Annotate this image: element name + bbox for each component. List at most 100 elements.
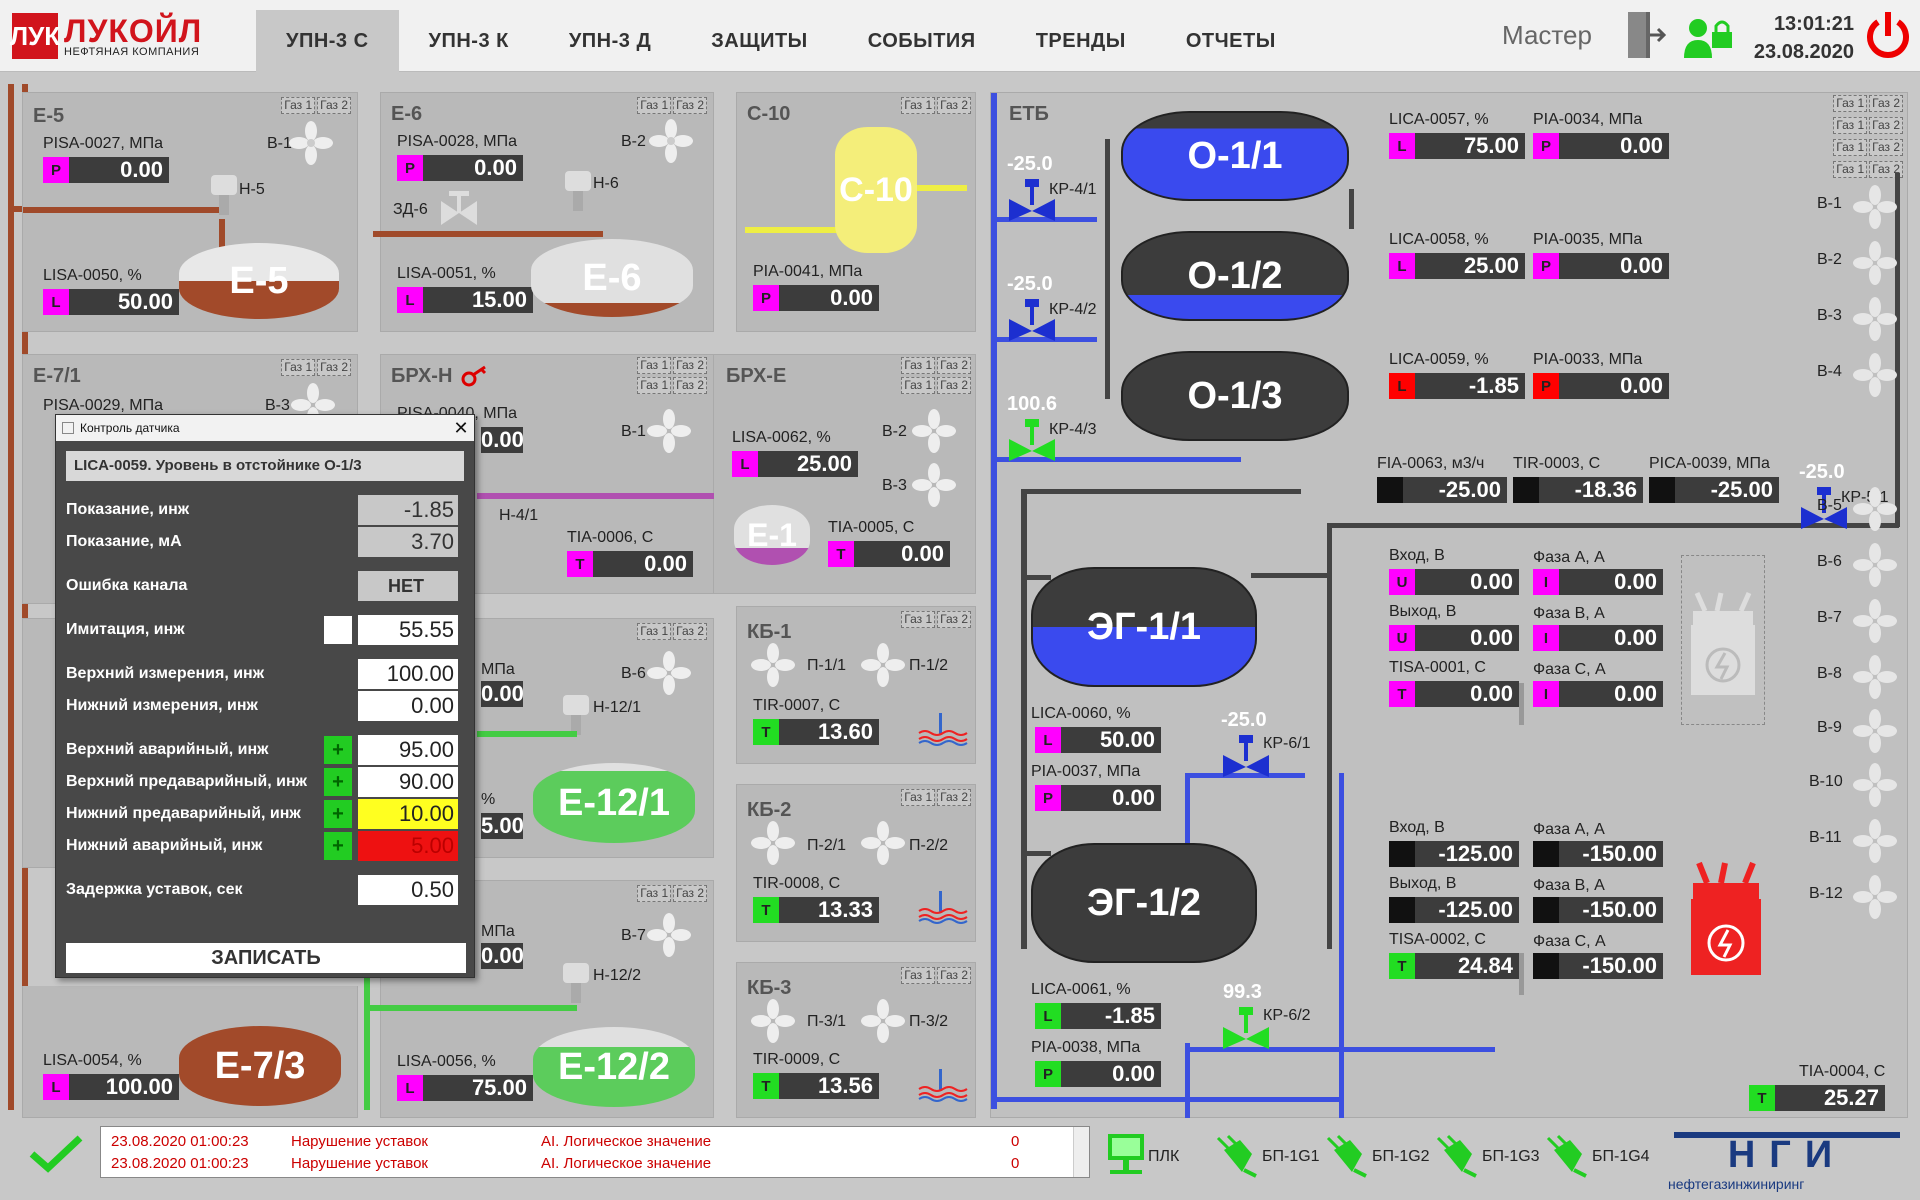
- event-log[interactable]: 23.08.2020 01:00:23 Нарушение уставок AI…: [100, 1126, 1090, 1178]
- pump-icon[interactable]: [561, 169, 595, 213]
- fb2-value-box[interactable]: -150.00: [1533, 897, 1663, 923]
- pia33-value-box[interactable]: P 0.00: [1533, 373, 1669, 399]
- tab-reports[interactable]: ОТЧЕТЫ: [1156, 10, 1306, 72]
- lisa56-value-box[interactable]: L 75.00: [397, 1075, 533, 1101]
- dialog-row-input[interactable]: 100.00: [358, 659, 458, 689]
- tank-c10[interactable]: С-10: [835, 127, 917, 253]
- lica61-value-box[interactable]: L -1.85: [1035, 1003, 1161, 1029]
- plug-icon[interactable]: [1324, 1134, 1368, 1178]
- pisa40-value-box[interactable]: 0.00: [481, 427, 524, 453]
- tank-e73[interactable]: Е-7/3: [179, 1026, 341, 1106]
- lica59-value-box[interactable]: L -1.85: [1389, 373, 1525, 399]
- user-lock-icon[interactable]: [1682, 12, 1734, 60]
- tank-o13[interactable]: О-1/3: [1121, 351, 1349, 441]
- lisa51-value-box[interactable]: L 15.00: [397, 287, 533, 313]
- tia06-value-box[interactable]: T 0.00: [567, 551, 693, 577]
- pia34-value-box[interactable]: P 0.00: [1533, 133, 1669, 159]
- fb1-value-box[interactable]: I 0.00: [1533, 625, 1663, 651]
- tia04-value-box[interactable]: T 25.27: [1749, 1085, 1885, 1111]
- lisa54-value-box[interactable]: L 100.00: [43, 1074, 179, 1100]
- fan-icon[interactable]: [1853, 241, 1897, 285]
- fan-icon[interactable]: [1853, 543, 1897, 587]
- fan-icon[interactable]: [861, 999, 905, 1043]
- fan-icon[interactable]: [1853, 353, 1897, 397]
- lica57-value-box[interactable]: L 75.00: [1389, 133, 1525, 159]
- tab-upn3d[interactable]: УПН-3 Д: [539, 10, 681, 72]
- tab-trends[interactable]: ТРЕНДЫ: [1006, 10, 1156, 72]
- level-value-box[interactable]: 5.00: [481, 813, 524, 839]
- dialog-row-input[interactable]: 10.00: [358, 799, 458, 829]
- pia35-value-box[interactable]: P 0.00: [1533, 253, 1669, 279]
- fan-icon[interactable]: [751, 821, 795, 865]
- dialog-row-input[interactable]: 0.50: [358, 875, 458, 905]
- lica58-value-box[interactable]: L 25.00: [1389, 253, 1525, 279]
- tab-protections[interactable]: ЗАЩИТЫ: [681, 10, 838, 72]
- log-scrollbar[interactable]: [1073, 1127, 1089, 1177]
- tisa2-value-box[interactable]: T 24.84: [1389, 953, 1519, 979]
- tank-eg12[interactable]: ЭГ-1/2: [1031, 843, 1257, 963]
- out1-value-box[interactable]: U 0.00: [1389, 625, 1519, 651]
- tir03-value-box[interactable]: -18.36: [1513, 477, 1643, 503]
- pressure-value-box[interactable]: 0.00: [481, 943, 524, 969]
- transformer-icon[interactable]: [1687, 589, 1759, 699]
- fan-icon[interactable]: [1853, 655, 1897, 699]
- fan-icon[interactable]: [861, 643, 905, 687]
- add-setpoint-button[interactable]: +: [324, 800, 352, 828]
- fan-icon[interactable]: [1853, 297, 1897, 341]
- tir07-value-box[interactable]: T 13.60: [753, 719, 879, 745]
- log-row[interactable]: 23.08.2020 01:00:23 Нарушение уставок AI…: [111, 1133, 1019, 1150]
- logout-icon[interactable]: [1626, 10, 1666, 60]
- add-setpoint-button[interactable]: +: [324, 832, 352, 860]
- transformer-alarm-icon[interactable]: [1687, 859, 1765, 979]
- dialog-row-input[interactable]: 0.00: [358, 691, 458, 721]
- fa1-value-box[interactable]: I 0.00: [1533, 569, 1663, 595]
- tab-upn3s[interactable]: УПН-3 С: [256, 10, 399, 72]
- pica39-value-box[interactable]: -25.00: [1649, 477, 1779, 503]
- fan-icon[interactable]: [912, 463, 956, 507]
- fc2-value-box[interactable]: -150.00: [1533, 953, 1663, 979]
- tank-e5[interactable]: Е-5: [179, 243, 339, 319]
- lisa50-value-box[interactable]: L 50.00: [43, 289, 179, 315]
- tank-e122[interactable]: Е-12/2: [533, 1027, 695, 1107]
- fan-icon[interactable]: [751, 643, 795, 687]
- fan-icon[interactable]: [1853, 599, 1897, 643]
- fan-icon[interactable]: [647, 913, 691, 957]
- fia63-value-box[interactable]: -25.00: [1377, 477, 1507, 503]
- tank-o11[interactable]: О-1/1: [1121, 111, 1349, 201]
- fan-icon[interactable]: [1853, 709, 1897, 753]
- fan-icon[interactable]: [861, 821, 905, 865]
- close-icon[interactable]: ✕: [448, 418, 474, 439]
- plug-icon[interactable]: [1214, 1134, 1258, 1178]
- valve-icon[interactable]: [439, 189, 479, 229]
- add-setpoint-button[interactable]: +: [324, 768, 352, 796]
- dialog-row-input[interactable]: 5.00: [358, 831, 458, 861]
- imitation-checkbox[interactable]: [324, 616, 352, 644]
- fc1-value-box[interactable]: I 0.00: [1533, 681, 1663, 707]
- log-row[interactable]: 23.08.2020 01:00:23 Нарушение уставок AI…: [111, 1155, 1019, 1172]
- tab-events[interactable]: СОБЫТИЯ: [838, 10, 1006, 72]
- pisa28-value-box[interactable]: P 0.00: [397, 155, 523, 181]
- dialog-row-input[interactable]: 95.00: [358, 735, 458, 765]
- out2-value-box[interactable]: -125.00: [1389, 897, 1519, 923]
- fan-icon[interactable]: [1853, 487, 1897, 531]
- fan-icon[interactable]: [1853, 185, 1897, 229]
- pia41-value-box[interactable]: P 0.00: [753, 285, 879, 311]
- fan-icon[interactable]: [647, 651, 691, 695]
- tank-e121[interactable]: Е-12/1: [533, 763, 695, 843]
- fan-icon[interactable]: [647, 409, 691, 453]
- in2-value-box[interactable]: -125.00: [1389, 841, 1519, 867]
- pia38-value-box[interactable]: P 0.00: [1035, 1061, 1161, 1087]
- add-setpoint-button[interactable]: +: [324, 736, 352, 764]
- fan-icon[interactable]: [751, 999, 795, 1043]
- tir09-value-box[interactable]: T 13.56: [753, 1073, 879, 1099]
- pump-icon[interactable]: [559, 961, 593, 1005]
- fan-icon[interactable]: [912, 409, 956, 453]
- in1-value-box[interactable]: U 0.00: [1389, 569, 1519, 595]
- dialog-row-input[interactable]: 55.55: [358, 615, 458, 645]
- fan-icon[interactable]: [649, 119, 693, 163]
- dialog-titlebar[interactable]: Контроль датчика ✕: [56, 415, 474, 441]
- tank-e6[interactable]: Е-6: [531, 239, 693, 317]
- fan-icon[interactable]: [1853, 875, 1897, 919]
- plug-icon[interactable]: [1544, 1134, 1588, 1178]
- plug-icon[interactable]: [1434, 1134, 1478, 1178]
